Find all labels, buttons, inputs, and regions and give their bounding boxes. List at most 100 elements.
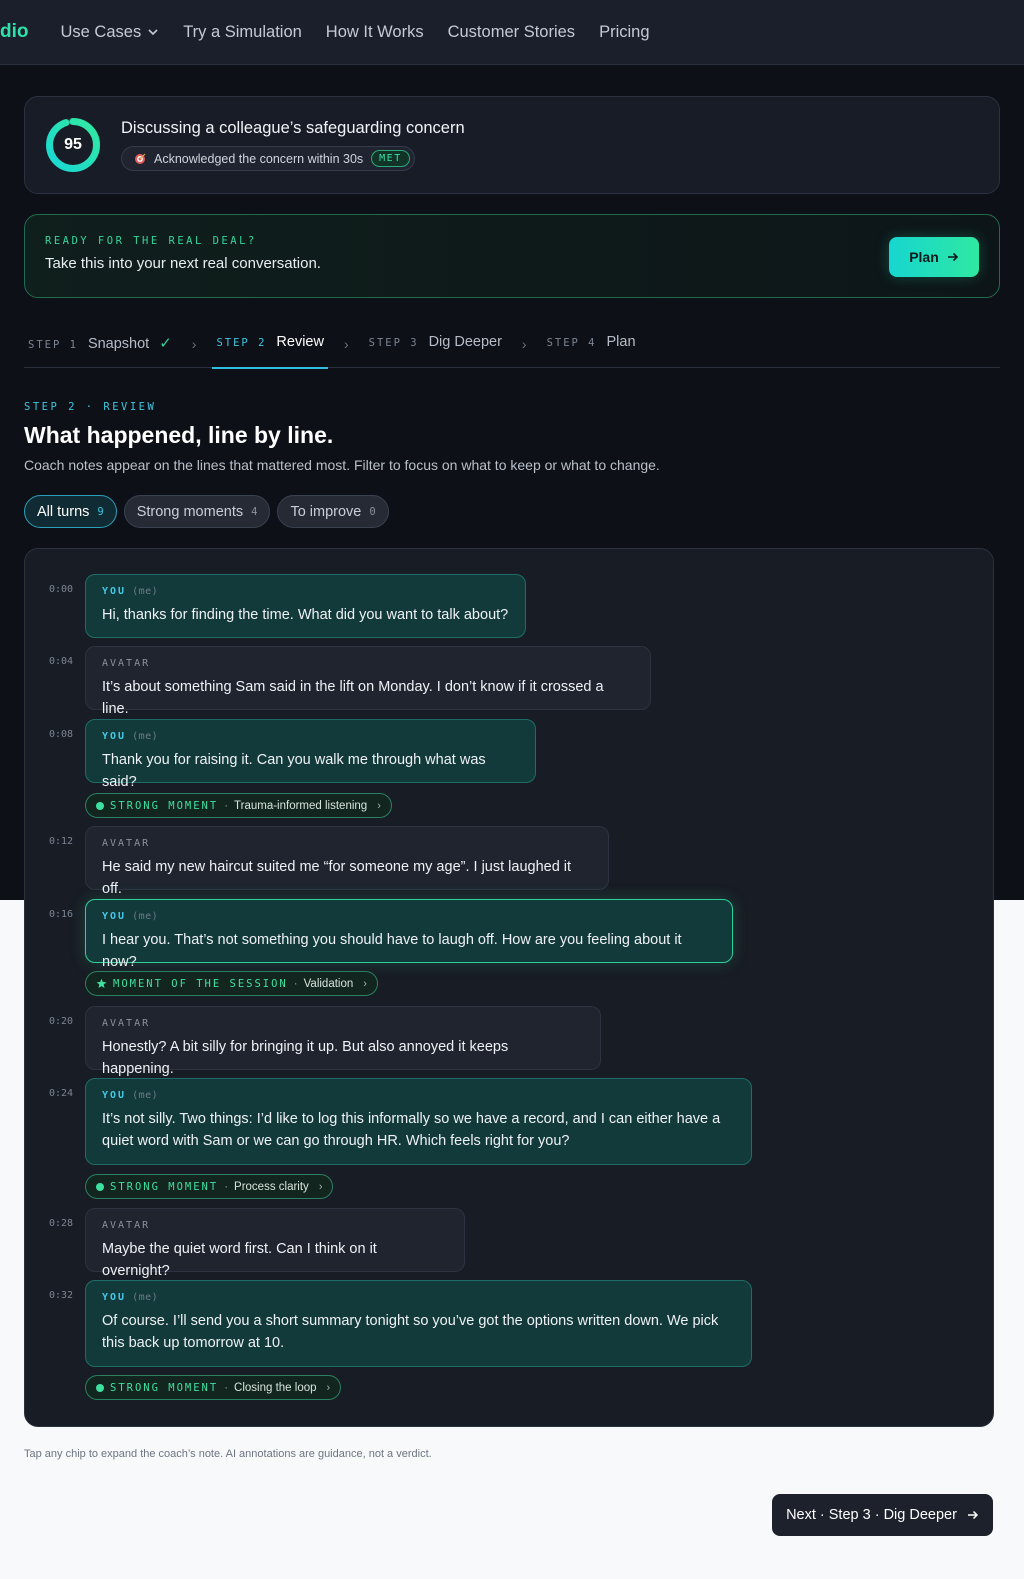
coach-chip[interactable]: STRONG MOMENT · Closing the loop ›: [85, 1375, 342, 1400]
turn-time: 0:08: [49, 729, 74, 740]
filter-count: 4: [251, 505, 258, 518]
step-name: Plan: [606, 334, 636, 350]
chevron-right-icon: ›: [191, 336, 197, 352]
turn-time: 0:28: [49, 1218, 74, 1229]
turn-time: 0:20: [49, 1016, 74, 1027]
speaker-label: YOU: [102, 731, 127, 742]
filter-all-turns[interactable]: All turns 9: [24, 495, 117, 528]
chip-kind: STRONG MOMENT: [110, 1180, 219, 1193]
nav-pricing[interactable]: Pricing: [599, 23, 649, 42]
turn-text: It’s not silly. Two things: I’d like to …: [102, 1111, 721, 1149]
score-value: 95: [64, 136, 82, 153]
turn-bubble-you-highlight: YOU (me) I hear you. That’s not something…: [85, 899, 733, 970]
tab-step-plan[interactable]: STEP 4 Plan: [543, 322, 640, 368]
coach-chip-moment-of-session[interactable]: MOMENT OF THE SESSION · Validation ›: [85, 971, 378, 996]
section-description: Coach notes appear on the lines that mat…: [24, 457, 660, 473]
section-kicker: STEP 2 · REVIEW: [24, 401, 157, 413]
turn-bubble-you: YOU (me) Of course. I’ll send you a short…: [85, 1280, 752, 1367]
ready-kicker: READY FOR THE REAL DEAL?: [45, 235, 257, 247]
filter-bar: All turns 9 Strong moments 4 To improve …: [24, 495, 389, 528]
ready-text: Take this into your next real conversati…: [45, 255, 321, 272]
chip-kind: STRONG MOMENT: [110, 1381, 219, 1394]
speaker-me: (me): [132, 911, 159, 922]
filter-label: All turns: [37, 503, 90, 520]
turn-bubble-you: YOU (me) Hi, thanks for finding the time.…: [85, 574, 526, 638]
speaker-me: (me): [132, 731, 159, 742]
turn-time: 0:32: [49, 1290, 74, 1301]
arrow-right-icon: [947, 252, 958, 262]
check-icon: ✓: [159, 335, 172, 352]
nav-use-cases[interactable]: Use Cases: [61, 23, 160, 42]
filter-count: 9: [97, 505, 104, 518]
turn-bubble-avatar: AVATAR He said my new haircut suited me …: [85, 826, 609, 897]
chevron-right-icon: ›: [377, 799, 381, 812]
step-label: STEP 3: [368, 337, 419, 349]
criterion-pill: Acknowledged the concern within 30s MET: [121, 146, 415, 171]
dot-icon: [96, 1182, 104, 1191]
page-title: What happened, line by line.: [24, 422, 334, 448]
turn-time: 0:12: [49, 836, 74, 847]
coach-chip[interactable]: STRONG MOMENT · Process clarity ›: [85, 1174, 334, 1199]
brand-logo[interactable]: dio: [0, 21, 29, 43]
tab-step-snapshot[interactable]: STEP 1 Snapshot ✓: [24, 322, 176, 368]
speaker-label: AVATAR: [102, 1018, 151, 1029]
filter-label: Strong moments: [136, 503, 244, 520]
nav-customer-stories[interactable]: Customer Stories: [448, 23, 575, 42]
chip-kind: STRONG MOMENT: [110, 799, 219, 812]
next-step-label: Next · Step 3 · Dig Deeper: [786, 1507, 957, 1523]
chevron-right-icon: ›: [326, 1381, 331, 1394]
speaker-me: (me): [132, 1292, 159, 1303]
turn-text: Hi, thanks for finding the time. What di…: [102, 607, 509, 623]
transcript-panel: 0:00 YOU (me) Hi, thanks for finding the …: [24, 548, 994, 1427]
next-step-button[interactable]: Next · Step 3 · Dig Deeper: [772, 1494, 993, 1536]
footnote: Tap any chip to expand the coach’s note.…: [24, 1448, 432, 1460]
dot-icon: [96, 801, 104, 810]
plan-button-label: Plan: [909, 249, 939, 265]
turn-bubble-avatar: AVATAR Maybe the quiet word first. Can I…: [85, 1208, 465, 1279]
chevron-right-icon: ›: [318, 1180, 323, 1193]
chevron-down-icon: [148, 29, 158, 36]
plan-button[interactable]: Plan: [889, 237, 979, 277]
turn-text: Honestly? A bit silly for bringing it up…: [102, 1039, 509, 1077]
chip-kind: MOMENT OF THE SESSION: [113, 977, 288, 990]
turn-time: 0:16: [49, 909, 74, 920]
top-nav: dio Use Cases Try a Simulation How It Wo…: [0, 0, 1024, 65]
chip-note: Process clarity: [234, 1180, 309, 1193]
scenario-title: Discussing a colleague’s safeguarding co…: [121, 119, 465, 137]
filter-strong-moments[interactable]: Strong moments 4: [123, 495, 271, 528]
step-name: Dig Deeper: [428, 334, 502, 350]
turn-time: 0:24: [49, 1088, 74, 1099]
filter-label: To improve: [290, 503, 362, 520]
step-name: Review: [276, 334, 324, 350]
speaker-label: YOU: [102, 1090, 127, 1101]
tab-step-dig-deeper[interactable]: STEP 3 Dig Deeper: [365, 322, 506, 368]
dot-icon: [96, 1383, 104, 1392]
turn-text: It’s about something Sam said in the lif…: [102, 679, 604, 717]
nav-try-simulation[interactable]: Try a Simulation: [183, 23, 302, 42]
turn-text: Thank you for raising it. Can you walk m…: [102, 752, 486, 790]
turn-bubble-avatar: AVATAR It’s about something Sam said in …: [85, 646, 651, 717]
coach-chip[interactable]: STRONG MOMENT · Trauma-informed listenin…: [85, 793, 392, 818]
turn-text: He said my new haircut suited me “for so…: [102, 859, 572, 897]
turn-bubble-you: YOU (me) It’s not silly. Two things: I’d …: [85, 1078, 752, 1165]
star-icon: [96, 978, 107, 988]
chevron-right-icon: ›: [521, 336, 527, 352]
turn-time: 0:00: [49, 584, 74, 595]
speaker-me: (me): [132, 586, 159, 597]
tab-step-review[interactable]: STEP 2 Review: [212, 322, 329, 369]
speaker-label: YOU: [102, 911, 127, 922]
arrow-right-icon: [967, 1510, 978, 1520]
turn-text: I hear you. That’s not something you sho…: [102, 932, 682, 970]
criterion-text: Acknowledged the concern within 30s: [154, 151, 364, 166]
speaker-label: AVATAR: [102, 1220, 151, 1231]
chip-note: Closing the loop: [234, 1381, 317, 1394]
nav-how-it-works[interactable]: How It Works: [326, 23, 424, 42]
filter-to-improve[interactable]: To improve 0: [277, 495, 389, 528]
score-card: 95 Discussing a colleague’s safeguarding…: [24, 96, 1000, 194]
chip-note: Validation: [303, 977, 354, 990]
step-name: Snapshot: [87, 336, 150, 352]
ready-card: READY FOR THE REAL DEAL? Take this into …: [24, 214, 1000, 298]
speaker-label: AVATAR: [102, 838, 151, 849]
step-label: STEP 1: [28, 339, 78, 351]
speaker-label: YOU: [102, 586, 127, 597]
